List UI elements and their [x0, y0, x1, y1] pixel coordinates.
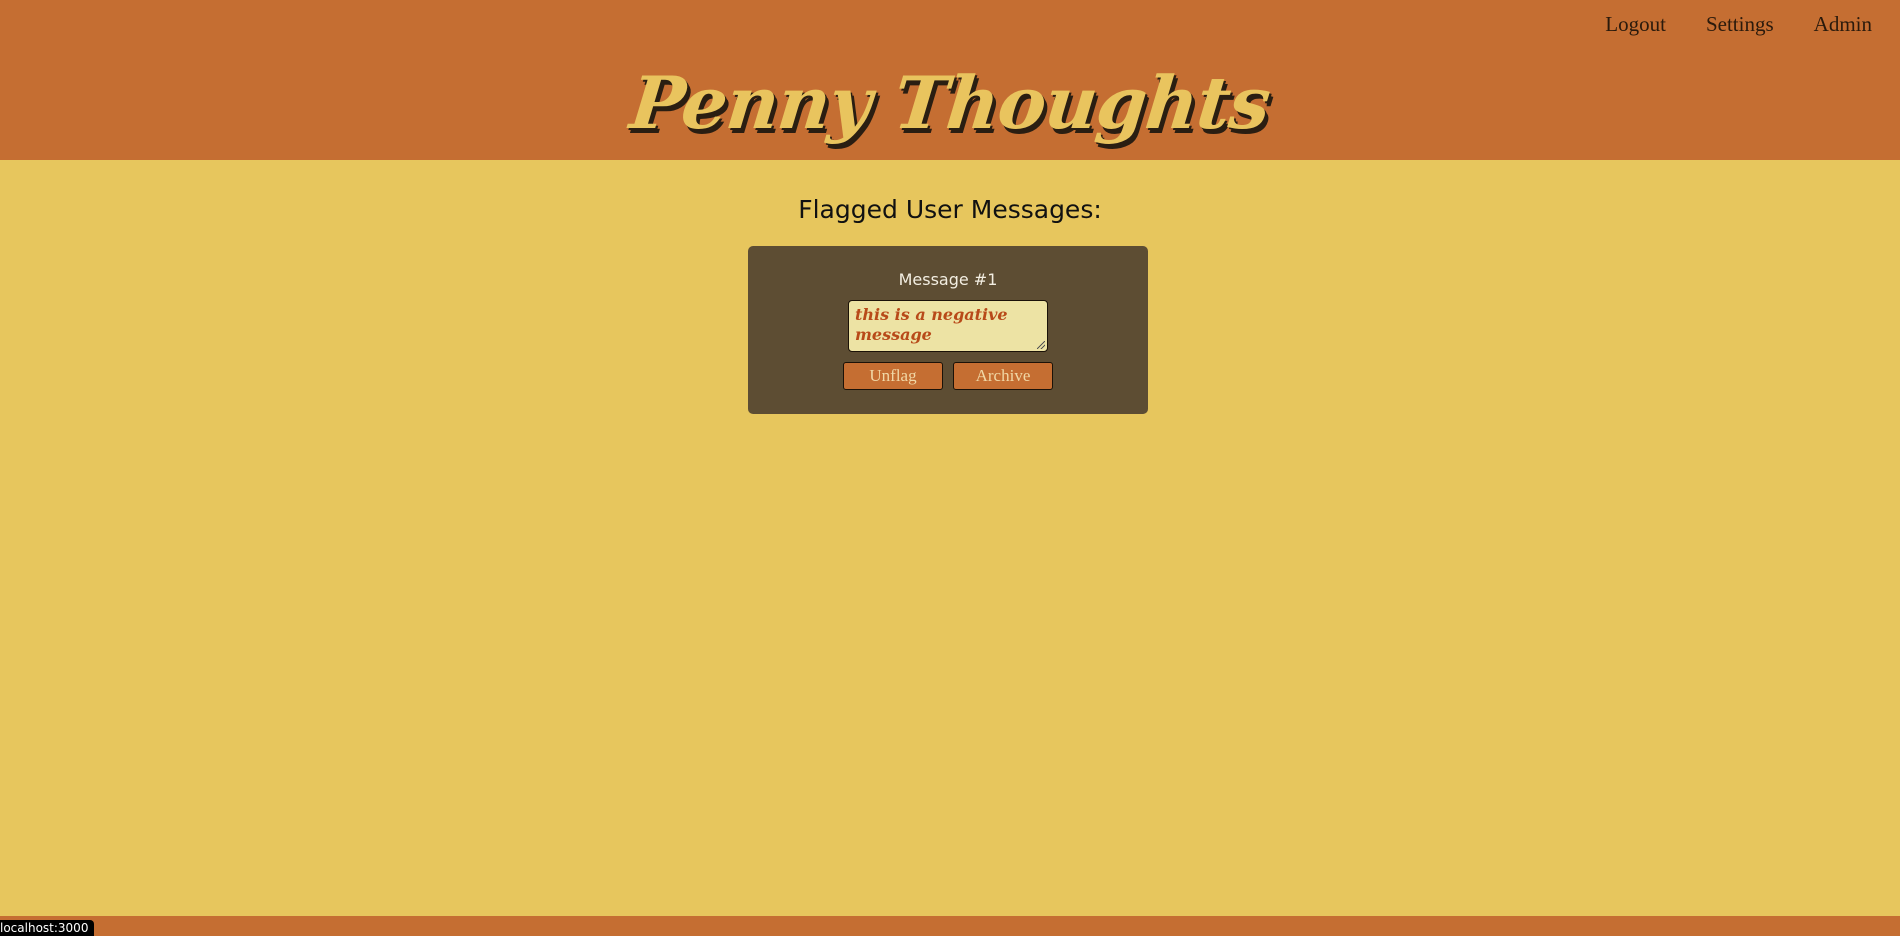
admin-link[interactable]: Admin [1814, 12, 1872, 37]
flagged-message-card: Message #1 this is a negative message Un… [748, 246, 1148, 414]
message-text: this is a negative message [855, 305, 1008, 344]
main-content: Flagged User Messages: Message #1 this i… [0, 160, 1900, 916]
message-heading: Message #1 [898, 270, 998, 289]
resize-handle-icon[interactable] [1037, 341, 1045, 349]
message-text-area[interactable]: this is a negative message [848, 300, 1048, 352]
status-bar-url: localhost:3000 [0, 920, 95, 936]
settings-link[interactable]: Settings [1706, 12, 1774, 37]
site-footer [0, 916, 1900, 936]
archive-button[interactable]: Archive [953, 362, 1053, 390]
site-logo[interactable]: Penny Thoughts [0, 58, 1900, 148]
logout-link[interactable]: Logout [1605, 12, 1666, 37]
page-title: Flagged User Messages: [798, 195, 1102, 224]
top-nav: Logout Settings Admin [1605, 12, 1872, 37]
site-header: Logout Settings Admin Penny Thoughts [0, 0, 1900, 160]
unflag-button[interactable]: Unflag [843, 362, 943, 390]
